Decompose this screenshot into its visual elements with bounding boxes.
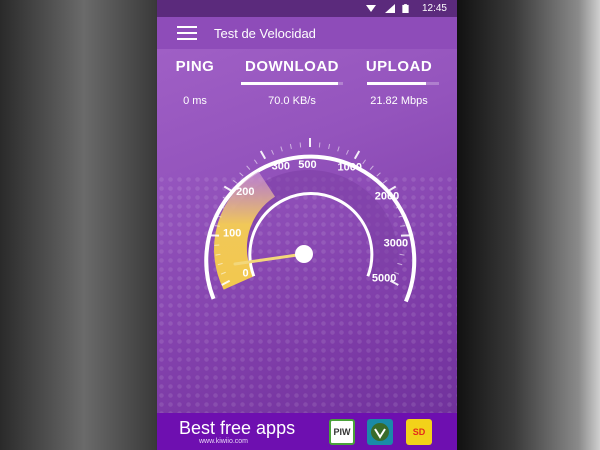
gauge-tick xyxy=(271,149,275,155)
gauge-tick xyxy=(399,253,405,256)
gauge-tick xyxy=(382,179,388,184)
gauge-label: 5000 xyxy=(372,272,396,284)
sd-app-icon[interactable]: SD xyxy=(406,419,432,445)
gauge-tick xyxy=(400,225,406,227)
gauge-tick xyxy=(318,142,321,148)
gauge-tick xyxy=(253,159,258,165)
ad-banner[interactable]: Best free apps www.kiwiio.com PIW SD xyxy=(157,413,457,450)
gauge-label: 1000 xyxy=(338,161,362,173)
gauge-tick xyxy=(289,143,292,150)
gauge-label: 3000 xyxy=(384,238,408,250)
gauge-label: 2000 xyxy=(375,190,399,202)
kiwi-logo-icon xyxy=(371,423,389,441)
gauge-tick xyxy=(299,142,302,148)
gauge-tick xyxy=(239,172,244,177)
piw-app-icon[interactable]: PIW xyxy=(329,419,355,445)
speed-gauge: 0 100 200 300 500 1000 2000 3000 5000 xyxy=(204,138,417,303)
gauge-tick xyxy=(362,159,367,165)
gauge-label: 500 xyxy=(298,159,316,171)
gauge-tick xyxy=(376,172,381,177)
gauge-label: 0 xyxy=(242,267,248,279)
gauge-label: 200 xyxy=(236,186,254,198)
kiwi-app-icon[interactable] xyxy=(367,419,393,445)
gauge-tick xyxy=(246,165,251,170)
gauge-tick xyxy=(337,146,340,152)
gauge-tick xyxy=(232,179,238,184)
phone-screen: 12:45 Test de Velocidad PING DOWNLOAD UP… xyxy=(157,0,457,450)
ad-title: Best free apps xyxy=(179,418,296,438)
ad-subtitle: www.kiwiio.com xyxy=(199,438,249,445)
gauge-label: 300 xyxy=(272,161,290,173)
gauge-tick xyxy=(345,149,349,155)
gauge-hub xyxy=(295,245,313,263)
gauge-tick xyxy=(223,185,233,192)
gauge-tick xyxy=(214,225,220,227)
gauge-tick xyxy=(369,165,374,170)
gauge-label: 100 xyxy=(223,228,241,240)
gauge-tick xyxy=(259,150,267,160)
right-backdrop xyxy=(457,0,600,450)
gauge-tick xyxy=(280,146,283,152)
gauge-tick xyxy=(353,150,361,160)
gauge-tick xyxy=(328,143,331,150)
